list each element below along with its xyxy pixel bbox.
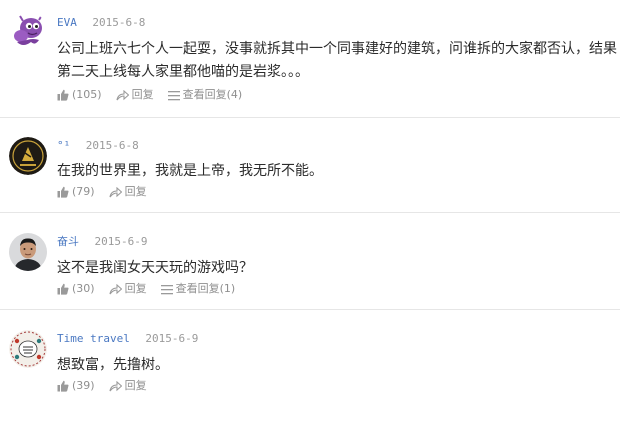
comment-meta: °¹ 2015-6-8 — [57, 139, 139, 153]
comment-text: 这不是我闺女天天玩的游戏吗？ — [57, 260, 253, 276]
gold-emblem-icon — [9, 137, 47, 175]
reply-arrow-icon — [116, 89, 129, 100]
reply-label: 回复 — [131, 88, 154, 101]
view-replies-button[interactable]: 查看回复(1) — [160, 282, 236, 296]
like-count: (39) — [72, 379, 95, 392]
comment-text: 想致富，先撸树。 — [57, 357, 169, 373]
reply-button[interactable]: 回复 — [109, 185, 147, 199]
list-icon — [160, 284, 173, 294]
reply-label: 回复 — [124, 185, 147, 198]
floral-badge-icon — [9, 330, 47, 368]
reply-label: 回复 — [124, 282, 147, 295]
view-replies-label: 查看回复(1) — [175, 282, 236, 295]
thumbs-up-icon — [57, 186, 69, 198]
reply-arrow-icon — [109, 283, 122, 294]
comment-text: 公司上班六七个人一起耍，没事就拆其中一个同事建好的建筑，问谁拆的大家都否认，结果… — [57, 41, 617, 80]
comment-item: EVA 2015-6-8 公司上班六七个人一起耍，没事就拆其中一个同事建好的建筑… — [0, 0, 640, 118]
reply-button[interactable]: 回复 — [109, 282, 147, 296]
reply-button[interactable]: 回复 — [116, 88, 154, 102]
avatar[interactable] — [9, 137, 47, 175]
man-portrait-icon — [9, 233, 47, 271]
list-icon — [167, 90, 180, 100]
like-count: (30) — [72, 282, 95, 295]
comment-actions: (30) 回复 查看回复(1) — [57, 282, 249, 296]
like-button[interactable]: (105) — [57, 88, 102, 102]
like-button[interactable]: (39) — [57, 379, 95, 393]
like-button[interactable]: (30) — [57, 282, 95, 296]
comment-meta: EVA 2015-6-8 — [57, 16, 145, 30]
like-button[interactable]: (79) — [57, 185, 95, 199]
comment-text: 在我的世界里，我就是上帝，我无所不能。 — [57, 163, 323, 179]
username[interactable]: °¹ — [57, 139, 70, 152]
comment-date: 2015-6-8 — [92, 16, 146, 29]
avatar[interactable] — [9, 12, 47, 50]
username[interactable]: EVA — [57, 16, 77, 29]
purple-monster-icon — [9, 12, 47, 50]
comment-actions: (79) 回复 — [57, 185, 161, 199]
comment-actions: (105) 回复 查看回复(4) — [57, 88, 256, 102]
reply-label: 回复 — [124, 379, 147, 392]
comment-item: °¹ 2015-6-8 在我的世界里，我就是上帝，我无所不能。 (79) 回复 — [0, 118, 640, 213]
thumbs-up-icon — [57, 283, 69, 295]
avatar[interactable] — [9, 233, 47, 271]
comment-actions: (39) 回复 — [57, 379, 161, 393]
comment-date: 2015-6-9 — [145, 332, 199, 345]
username[interactable]: Time travel — [57, 332, 130, 345]
view-replies-label: 查看回复(4) — [182, 88, 243, 101]
thumbs-up-icon — [57, 380, 69, 392]
like-count: (105) — [72, 88, 102, 101]
comment-date: 2015-6-8 — [85, 139, 139, 152]
username[interactable]: 奋斗 — [57, 235, 79, 248]
avatar[interactable] — [9, 330, 47, 368]
reply-arrow-icon — [109, 186, 122, 197]
reply-button[interactable]: 回复 — [109, 379, 147, 393]
reply-arrow-icon — [109, 380, 122, 391]
comment-date: 2015-6-9 — [94, 235, 148, 248]
comment-meta: Time travel 2015-6-9 — [57, 332, 198, 346]
comment-item: 奋斗 2015-6-9 这不是我闺女天天玩的游戏吗？ (30) 回复 查看回复(… — [0, 213, 640, 310]
view-replies-button[interactable]: 查看回复(4) — [167, 88, 243, 102]
comment-item: Time travel 2015-6-9 想致富，先撸树。 (39) 回复 — [0, 310, 640, 422]
thumbs-up-icon — [57, 89, 69, 101]
like-count: (79) — [72, 185, 95, 198]
comment-meta: 奋斗 2015-6-9 — [57, 235, 147, 249]
